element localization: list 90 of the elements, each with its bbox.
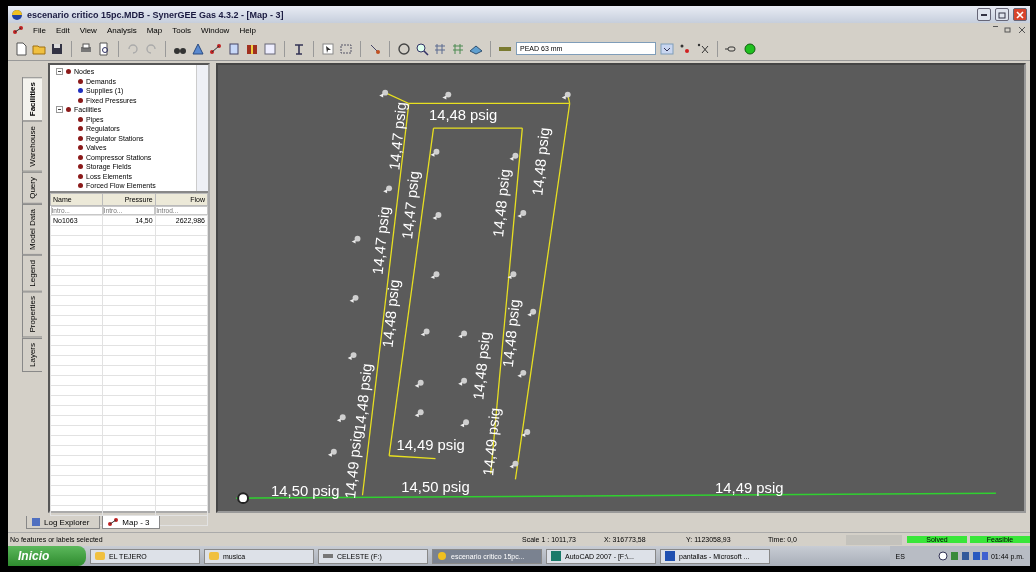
print-preview-icon[interactable] bbox=[97, 41, 111, 56]
pressure-label: 14,47 psig bbox=[386, 101, 410, 171]
demand-node-icon bbox=[517, 210, 527, 218]
demand-node-icon bbox=[432, 212, 442, 220]
pressure-label: 14,48 psig bbox=[351, 362, 375, 433]
pointer-icon[interactable] bbox=[321, 41, 335, 56]
pressure-label: 14,48 psig bbox=[490, 168, 514, 238]
node-cross-icon[interactable] bbox=[696, 41, 710, 56]
expand-toggle-icon[interactable] bbox=[56, 106, 63, 114]
close-icon[interactable] bbox=[1018, 26, 1026, 34]
scrollbar[interactable] bbox=[196, 65, 208, 191]
pressure-label: 14,49 psig bbox=[480, 407, 504, 477]
demand-node-icon bbox=[507, 271, 517, 280]
demand-node-icon bbox=[327, 448, 337, 457]
save-icon[interactable] bbox=[50, 41, 64, 56]
demand-node-icon bbox=[349, 294, 359, 303]
demand-node-icon bbox=[458, 377, 468, 386]
demand-node-icon bbox=[347, 352, 357, 361]
drive-icon bbox=[323, 552, 333, 560]
expand-toggle-icon[interactable] bbox=[56, 68, 63, 76]
demand-node-icon bbox=[517, 369, 527, 378]
close-button[interactable] bbox=[1013, 8, 1027, 21]
demand-node-icon bbox=[509, 152, 519, 161]
menu-item[interactable]: File bbox=[32, 25, 47, 35]
side-tab[interactable]: Layers bbox=[22, 337, 42, 372]
folder-icon bbox=[95, 552, 105, 560]
log-icon bbox=[31, 517, 41, 527]
document-icon bbox=[665, 551, 675, 561]
tray-icons-drawing[interactable] bbox=[937, 551, 988, 561]
menu-item[interactable]: Window bbox=[199, 25, 231, 35]
pressure-label: 14,48 psig bbox=[429, 107, 498, 124]
side-tab[interactable]: Query bbox=[22, 171, 42, 204]
document-tab[interactable]: Log Explorer bbox=[26, 516, 101, 529]
demand-node-icon bbox=[442, 91, 452, 100]
side-tab[interactable]: Properties bbox=[22, 291, 42, 338]
side-tab[interactable]: Facilities bbox=[22, 77, 42, 122]
demand-node-icon bbox=[430, 148, 440, 157]
side-tab[interactable]: Legend bbox=[22, 254, 42, 292]
demand-node-icon bbox=[430, 271, 440, 280]
demand-node-icon bbox=[420, 328, 430, 337]
app-icon bbox=[11, 8, 23, 21]
minimize-button[interactable] bbox=[977, 8, 991, 21]
zoom-icon[interactable] bbox=[415, 41, 429, 56]
menu-item[interactable]: Help bbox=[238, 25, 257, 35]
menu-item[interactable]: View bbox=[78, 25, 98, 35]
demand-node-icon bbox=[351, 235, 361, 244]
new-document-icon[interactable] bbox=[14, 41, 28, 56]
triangle-icon[interactable] bbox=[191, 41, 205, 56]
pressure-label: 14,50 psig bbox=[401, 479, 470, 496]
pressure-label: 14,48 psig bbox=[499, 298, 523, 369]
pressure-label: 14,47 psig bbox=[399, 170, 423, 240]
demand-node-icon bbox=[561, 91, 571, 100]
demand-node-icon bbox=[460, 419, 470, 428]
menu-item[interactable]: Map bbox=[145, 25, 164, 35]
demand-node-icon bbox=[414, 379, 424, 388]
demand-node-icon bbox=[379, 89, 389, 98]
network-icon bbox=[107, 517, 120, 527]
menu-item[interactable]: Edit bbox=[54, 25, 71, 35]
minimize-icon bbox=[981, 13, 987, 16]
demand-node-icon bbox=[336, 414, 346, 423]
pressure-label: 14,48 psig bbox=[470, 331, 494, 401]
menu-item[interactable]: Analysis bbox=[105, 25, 138, 35]
supply-node-icon bbox=[237, 492, 249, 505]
pressure-label: 14,49 psig bbox=[396, 436, 465, 453]
demand-node-icon bbox=[414, 409, 424, 418]
demand-node-icon bbox=[527, 308, 537, 317]
pressure-label: 14,48 psig bbox=[379, 278, 403, 349]
side-tab[interactable]: Model Data bbox=[22, 203, 42, 255]
document-tab[interactable]: Map - 3 bbox=[102, 516, 161, 529]
network-icon bbox=[12, 25, 24, 35]
window-title: escenario critico 15pc.MDB - SynerGEE Gas 4.3.2 - [Map - 3] bbox=[27, 9, 285, 20]
side-tab[interactable]: Warehouse bbox=[22, 121, 42, 172]
pressure-label: 14,47 psig bbox=[369, 205, 393, 276]
pressure-label: 14,49 psig bbox=[715, 480, 784, 497]
menu-item[interactable]: Tools bbox=[171, 25, 192, 35]
demand-node-icon bbox=[509, 460, 519, 469]
demand-node-icon bbox=[383, 185, 393, 194]
network-icon[interactable] bbox=[209, 41, 223, 56]
circle-node-icon[interactable] bbox=[743, 41, 757, 56]
demand-node-icon bbox=[521, 429, 531, 437]
network-map[interactable]: 14,47 psig 14,48 psig 14,47 psig 14,48 psig 14,48 psig 14,47 psig 14,48 psig 14,48 psig 14,48 psig 14,48 psig 14,49 psig 14,49 psig 14,49 psig 14,50 psig 14,50 psig 14,49 psig bbox=[216, 63, 1026, 513]
folder-icon bbox=[209, 552, 219, 560]
pressure-label: 14,50 psig bbox=[271, 483, 340, 500]
pressure-label: 14,48 psig bbox=[529, 126, 553, 197]
page-icon[interactable] bbox=[227, 41, 241, 56]
restore-button[interactable] bbox=[995, 8, 1009, 21]
close-icon bbox=[1016, 10, 1024, 19]
app-icon bbox=[437, 551, 447, 561]
cad-icon bbox=[551, 551, 561, 561]
demand-node-icon bbox=[458, 330, 468, 339]
